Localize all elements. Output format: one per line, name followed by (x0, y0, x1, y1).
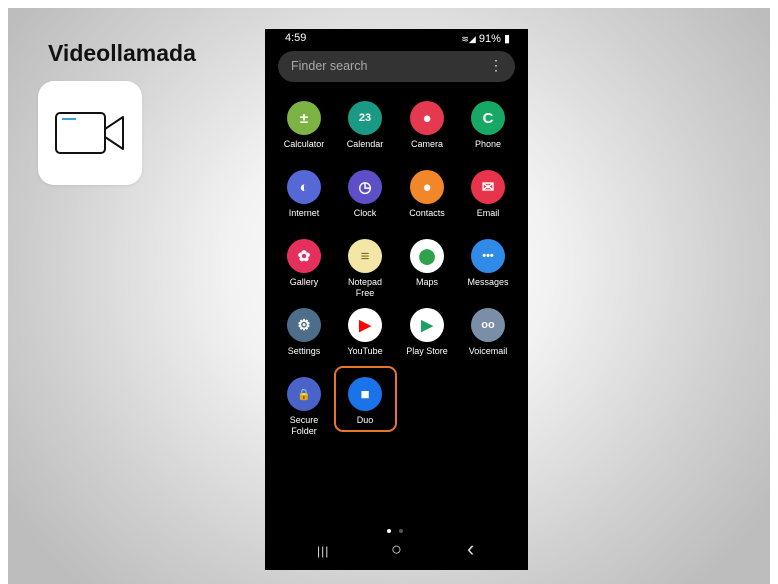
app-label: Play Store (406, 346, 448, 356)
messages-icon: ••• (471, 239, 505, 273)
app-glyph: ▶ (421, 317, 433, 334)
app-calendar[interactable]: 23 Calendar (334, 101, 396, 150)
app-label: Calendar (346, 139, 384, 149)
battery-icon: ▮ (503, 33, 510, 45)
app-glyph: ✉ (481, 179, 495, 196)
app-label: Camera (410, 139, 443, 149)
app-contacts[interactable]: ● Contacts (396, 170, 458, 219)
app-phone[interactable]: C Phone (457, 101, 519, 150)
finder-search-bar[interactable]: Finder search ⋮ (278, 51, 515, 82)
maps-icon: ⬤ (410, 239, 444, 273)
app-gallery[interactable]: ✿ Gallery (273, 239, 335, 288)
video-call-card (38, 81, 142, 185)
app-label: Contacts (409, 208, 445, 218)
app-glyph: C (482, 109, 494, 127)
app-glyph: ± (299, 109, 309, 127)
app-glyph: ••• (482, 250, 494, 262)
play-store-icon: ▶ (410, 308, 444, 342)
app-email[interactable]: ✉ Email (457, 170, 519, 219)
gallery-icon: ✿ (287, 239, 321, 273)
app-glyph: ◷ (358, 179, 372, 196)
app-label: Secure Folder (289, 415, 319, 436)
voicemail-icon: oo (471, 308, 505, 342)
secure-folder-icon: 🔒 (287, 377, 321, 411)
app-glyph: ● (422, 109, 432, 127)
back-button[interactable]: ‹ (467, 536, 474, 562)
app-label: Notepad Free (347, 277, 383, 298)
app-play-store[interactable]: ▶ Play Store (396, 308, 458, 357)
app-glyph: ≡ (360, 247, 370, 265)
app-glyph: 🔒 (297, 388, 311, 401)
app-messages[interactable]: ••• Messages (457, 239, 519, 288)
app-voicemail[interactable]: oo Voicemail (457, 308, 519, 357)
phone-icon: C (471, 101, 505, 135)
video-camera-icon (55, 112, 124, 154)
app-label: Messages (467, 277, 509, 287)
more-options-icon[interactable]: ⋮ (489, 57, 503, 74)
status-bar: 4:59 ≋◢ 91% ▮ (265, 29, 528, 49)
settings-icon: ⚙ (287, 308, 321, 342)
app-glyph: ⬤ (418, 248, 436, 265)
app-maps[interactable]: ⬤ Maps (396, 239, 458, 288)
app-calculator[interactable]: ± Calculator (273, 101, 335, 150)
status-time: 4:59 (285, 32, 307, 44)
app-label: Email (476, 208, 500, 218)
home-button[interactable]: ○ (391, 539, 402, 560)
calendar-icon: 23 (348, 101, 382, 135)
app-label: Gallery (289, 277, 319, 287)
wifi-signal-icon: ≋◢ (461, 34, 476, 44)
camera-icon: ● (410, 101, 444, 135)
contacts-icon: ● (410, 170, 444, 204)
app-label: Calculator (283, 139, 325, 149)
duo-highlight-box (334, 366, 397, 432)
app-glyph: 23 (358, 112, 372, 124)
search-placeholder: Finder search (291, 59, 368, 73)
app-label: Phone (474, 139, 502, 149)
page-dot[interactable] (399, 529, 403, 533)
app-glyph: ● (422, 178, 432, 196)
clock-icon: ◷ (348, 170, 382, 204)
app-settings[interactable]: ⚙ Settings (273, 308, 335, 357)
app-label: Maps (415, 277, 438, 287)
app-glyph: ▶ (359, 317, 371, 334)
app-secure-folder[interactable]: 🔒 Secure Folder (273, 377, 335, 437)
app-label: Settings (287, 346, 321, 356)
app-camera[interactable]: ● Camera (396, 101, 458, 150)
app-clock[interactable]: ◷ Clock (334, 170, 396, 219)
app-notepad[interactable]: ≡ Notepad Free (334, 239, 396, 299)
notepad-icon: ≡ (348, 239, 382, 273)
app-glyph: ✿ (297, 248, 311, 265)
email-icon: ✉ (471, 170, 505, 204)
app-youtube[interactable]: ▶ YouTube (334, 308, 396, 357)
battery-percent: 91% (478, 33, 501, 45)
internet-icon: ◐ (287, 170, 321, 204)
recent-apps-button[interactable]: ||| (317, 544, 329, 558)
phone-screen: 4:59 ≋◢ 91% ▮ Finder search ⋮ ± Calculato… (265, 29, 528, 570)
app-label: Internet (288, 208, 320, 218)
navigation-bar: ||| ○ ‹ (265, 536, 528, 570)
app-label: YouTube (347, 346, 383, 356)
calculator-icon: ± (287, 101, 321, 135)
app-glyph: oo (481, 319, 495, 331)
app-label: Clock (353, 208, 377, 218)
slide-title: Videollamada (48, 40, 196, 66)
youtube-icon: ▶ (348, 308, 382, 342)
page-dot-active[interactable] (387, 529, 391, 533)
app-internet[interactable]: ◐ Internet (273, 170, 335, 219)
app-glyph: ⚙ (297, 317, 311, 334)
app-glyph: ◐ (299, 178, 309, 196)
app-label: Voicemail (468, 346, 508, 356)
status-right: ≋◢ 91% ▮ (461, 32, 510, 45)
